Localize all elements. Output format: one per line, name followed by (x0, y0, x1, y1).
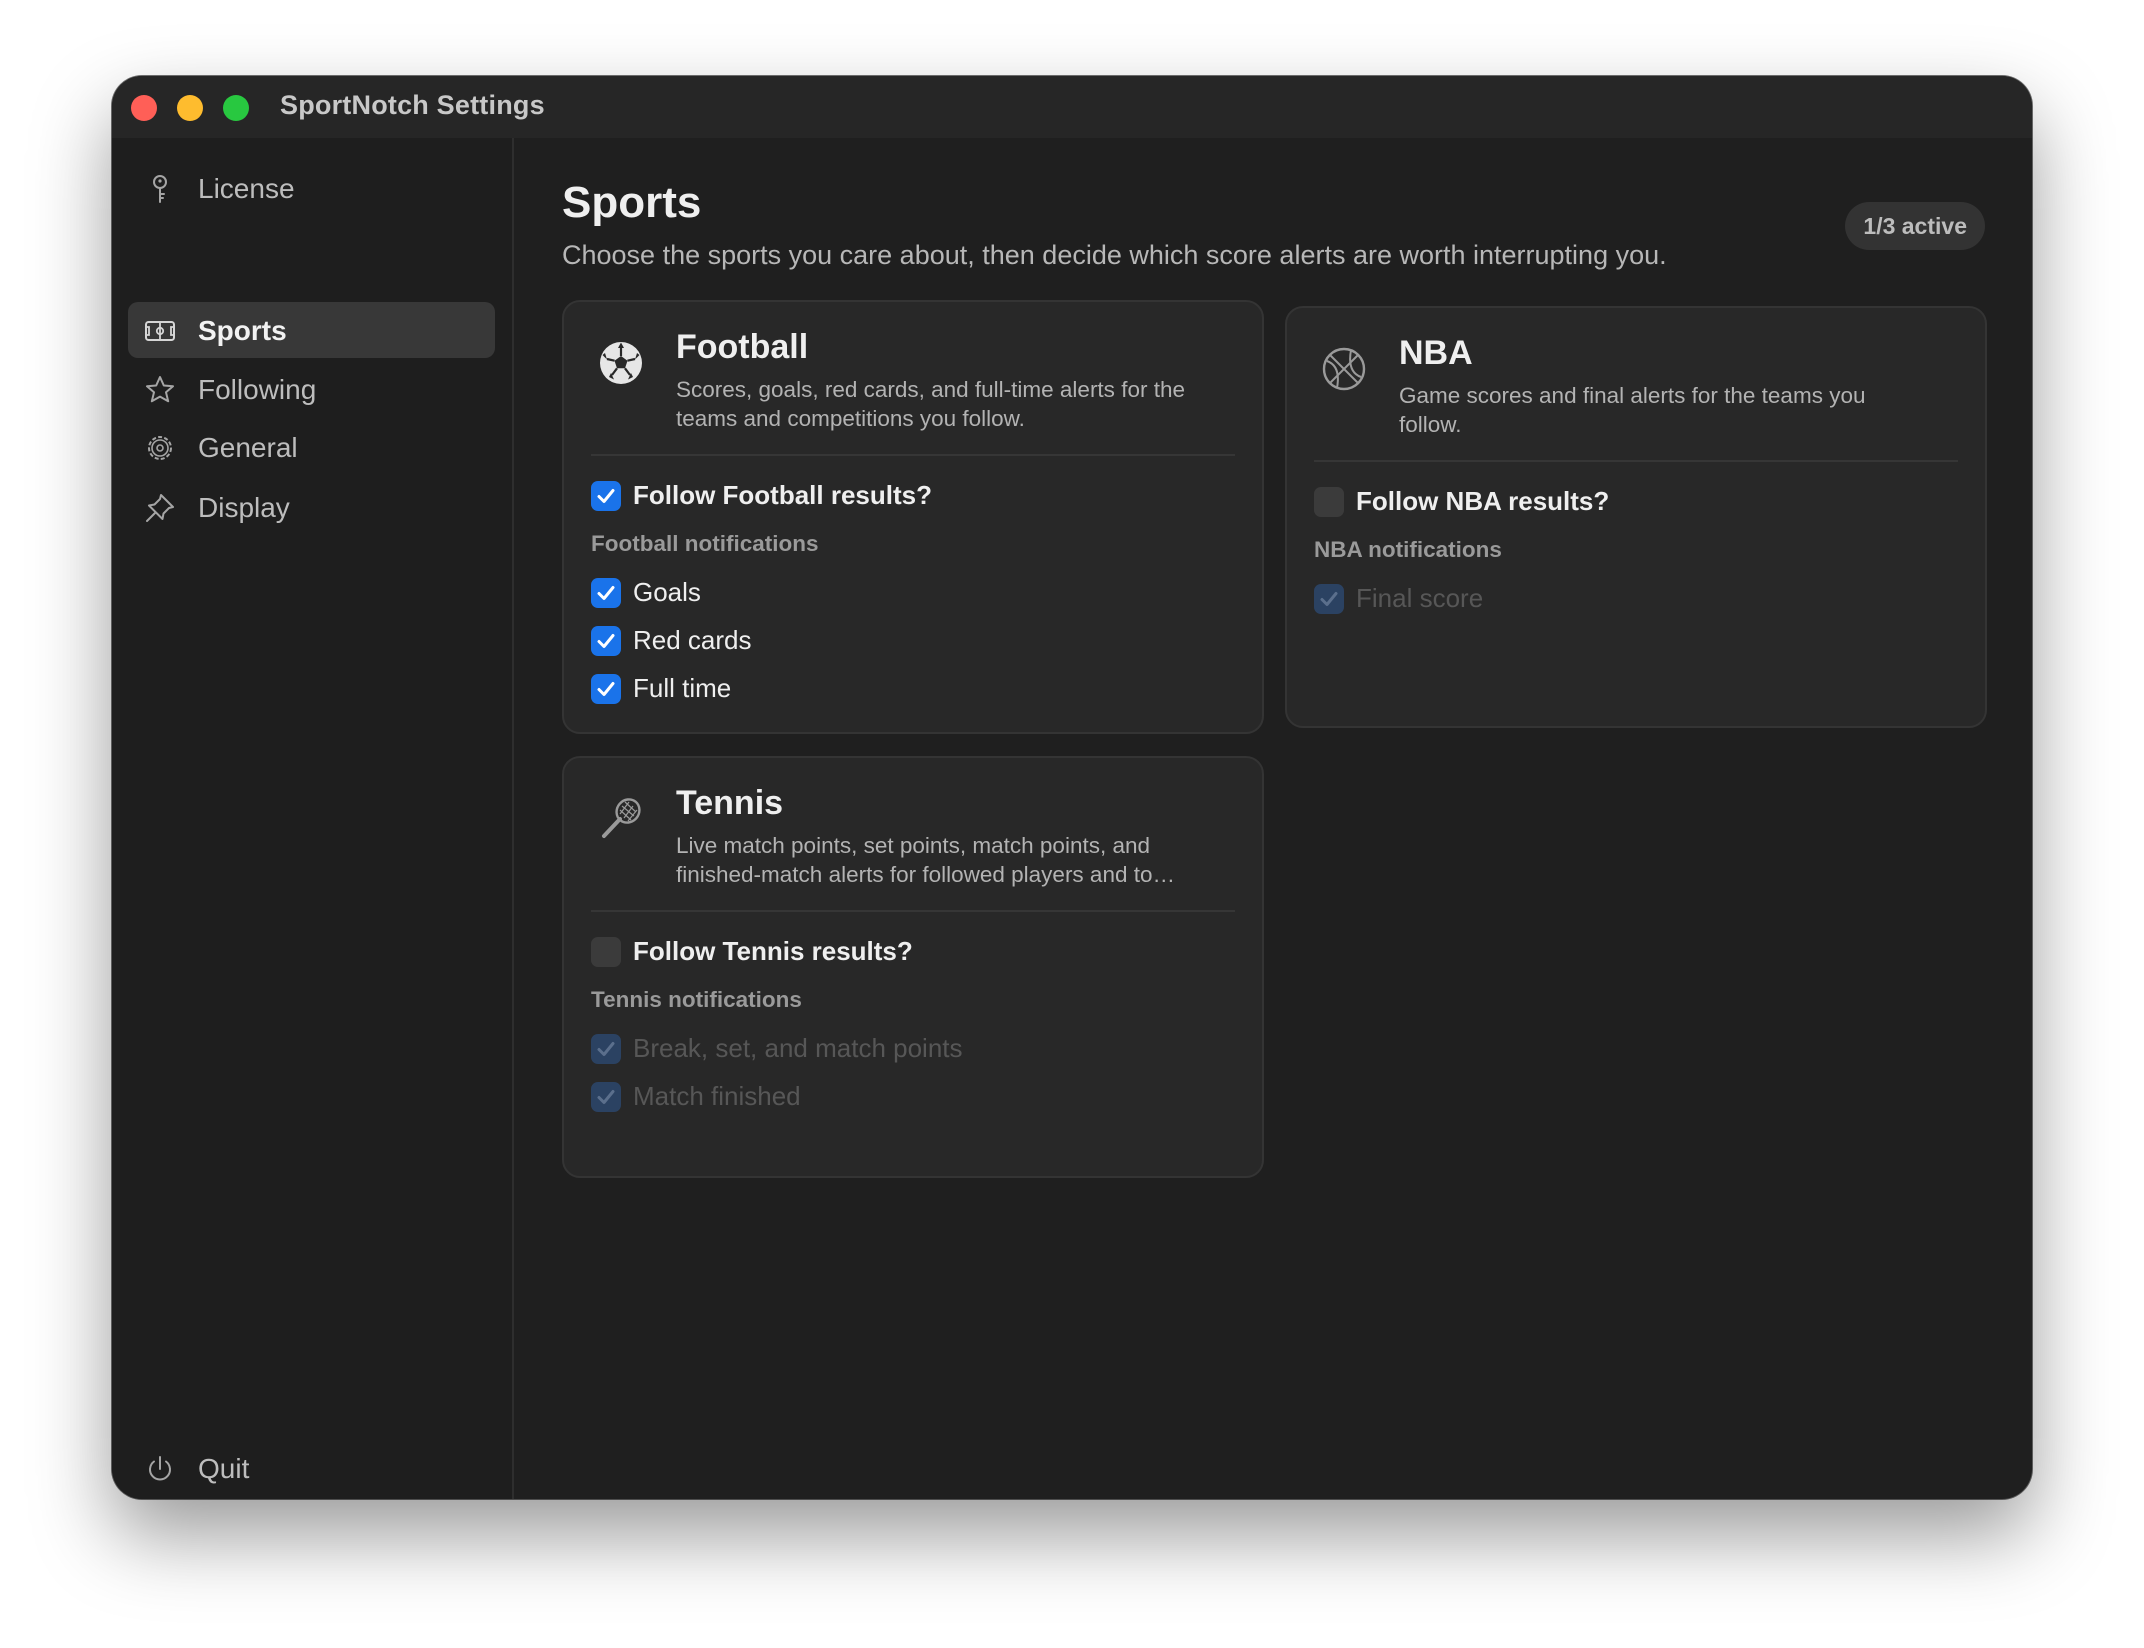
checkbox-checked[interactable] (591, 626, 621, 656)
window-title: SportNotch Settings (280, 90, 545, 120)
minimize-window-button[interactable] (177, 95, 203, 121)
checkbox-disabled (1314, 584, 1344, 614)
card-title: Football (676, 328, 809, 366)
checkmark-icon (597, 682, 615, 696)
checkbox-checked[interactable] (591, 481, 621, 511)
checkbox-label: Full time (633, 673, 732, 703)
star-icon (146, 376, 174, 403)
checkbox-label: Red cards (633, 625, 752, 655)
sidebar-item-sports[interactable]: Sports (128, 302, 495, 358)
card-description: Game scores and final alerts for the tea… (1399, 383, 1866, 437)
nba-card: NBA Game scores and final alerts for the… (1285, 306, 1987, 728)
card-title: Tennis (676, 784, 784, 822)
checkbox-disabled (591, 1034, 621, 1064)
card-divider (591, 910, 1235, 912)
scoreboard-icon (145, 321, 175, 341)
sidebar-item-display[interactable]: Display (128, 479, 495, 535)
checkbox-label: Follow NBA results? (1356, 486, 1610, 516)
title-bar[interactable]: SportNotch Settings (112, 76, 2032, 138)
close-window-button[interactable] (131, 95, 157, 121)
section-label: Football notifications (591, 531, 819, 556)
checkbox-label: Follow Football results? (633, 480, 932, 510)
sidebar-item-following[interactable]: Following (128, 361, 495, 417)
soccer-ball-icon (600, 342, 642, 384)
checkbox-label: Break, set, and match points (633, 1033, 963, 1063)
active-count-badge: 1/3 active (1845, 202, 1985, 250)
football-card: Football Scores, goals, red cards, and f… (562, 300, 1264, 734)
section-label: NBA notifications (1314, 537, 1502, 562)
sidebar-item-license[interactable]: License (128, 160, 495, 216)
card-description: Live match points, set points, match poi… (676, 833, 1175, 887)
gear-icon (148, 436, 172, 460)
key-icon (153, 175, 167, 203)
quit-label: Quit (198, 1453, 250, 1484)
checkbox-unchecked[interactable] (591, 937, 621, 967)
card-divider (591, 454, 1235, 456)
checkmark-icon (597, 1090, 615, 1104)
checkmark-icon (597, 586, 615, 600)
settings-window: SportNotch Settings License Sports Follo… (112, 76, 2032, 1499)
basketball-icon (1322, 347, 1366, 391)
checkbox-label: Follow Tennis results? (633, 936, 913, 966)
card-divider (1314, 460, 1958, 462)
checkmark-icon (597, 1042, 615, 1056)
card-description: Scores, goals, red cards, and full-time … (676, 377, 1185, 431)
card-title: NBA (1399, 334, 1473, 372)
pin-icon (146, 494, 174, 522)
checkmark-icon (597, 634, 615, 648)
checkmark-icon (1320, 592, 1338, 606)
zoom-window-button[interactable] (223, 95, 249, 121)
checkbox-checked[interactable] (591, 578, 621, 608)
main-content: Sports Choose the sports you care about,… (514, 138, 2032, 1499)
tennis-card: Tennis Live match points, set points, ma… (562, 756, 1264, 1178)
sidebar-item-label: Following (198, 374, 317, 405)
checkbox-checked[interactable] (591, 674, 621, 704)
sidebar-item-label: License (198, 173, 295, 204)
tennis-racket-icon (602, 798, 641, 838)
sidebar: License Sports Following General Display… (112, 138, 514, 1499)
page-subtitle: Choose the sports you care about, then d… (562, 240, 1667, 270)
sidebar-item-label: Sports (198, 315, 287, 346)
checkmark-icon (597, 489, 615, 503)
checkbox-label: Final score (1356, 583, 1484, 613)
sidebar-item-general[interactable]: General (128, 419, 495, 475)
checkbox-label: Match finished (633, 1081, 801, 1111)
page-title: Sports (562, 178, 702, 227)
sidebar-item-label: General (198, 432, 298, 463)
power-icon (149, 1456, 171, 1481)
sidebar-item-label: Display (198, 492, 290, 523)
checkbox-unchecked[interactable] (1314, 487, 1344, 517)
section-label: Tennis notifications (591, 987, 802, 1012)
quit-button[interactable]: Quit (128, 1440, 495, 1496)
checkbox-disabled (591, 1082, 621, 1112)
checkbox-label: Goals (633, 577, 701, 607)
